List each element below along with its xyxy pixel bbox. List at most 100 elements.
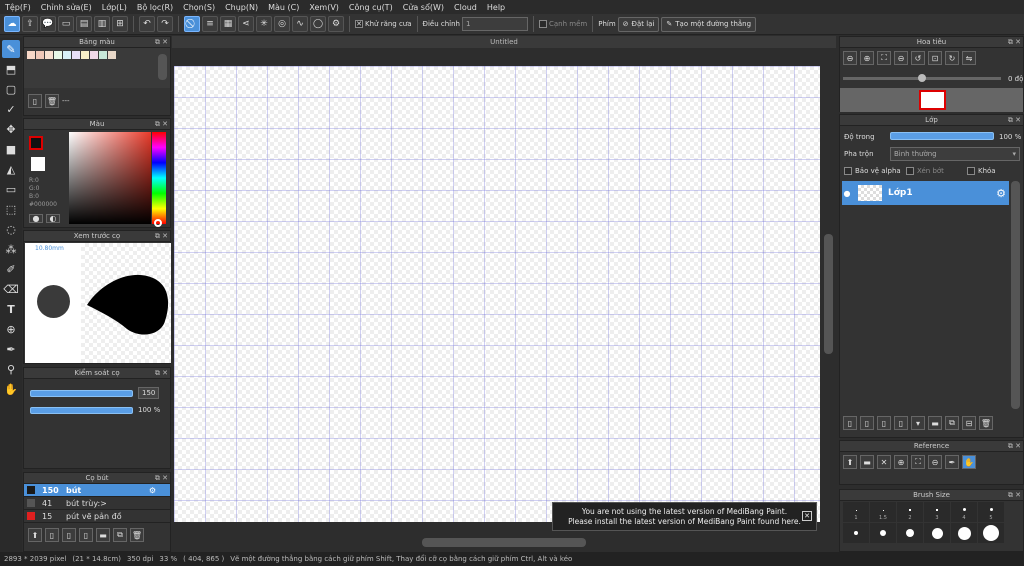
brush-size-cell[interactable] — [924, 523, 950, 543]
panel-controls[interactable]: ⧉ ✕ — [155, 37, 168, 48]
undo-icon[interactable]: ↶ — [139, 16, 155, 32]
eyedropper-tool-icon[interactable]: ✒ — [2, 340, 20, 358]
redo-icon[interactable]: ↷ — [157, 16, 173, 32]
new-8bit-layer-icon[interactable]: ▯ — [877, 416, 891, 430]
layer-row[interactable]: ● Lớp1 ⚙ — [842, 181, 1009, 205]
panel-controls[interactable]: ⧉ ✕ — [1008, 37, 1021, 48]
circle-snap-icon[interactable]: ◎ — [274, 16, 290, 32]
reference-open-icon[interactable]: ▬ — [860, 455, 874, 469]
select-eraser-tool-icon[interactable]: ⌫ — [2, 280, 20, 298]
snap-off-icon[interactable]: ⃠ — [184, 16, 200, 32]
brush-add-icon[interactable]: ▯ — [62, 528, 76, 542]
antialias-checkbox[interactable]: ✕ — [355, 20, 363, 28]
flip-icon[interactable]: ⇋ — [962, 51, 976, 65]
menu-file[interactable]: Tệp(F) — [0, 3, 36, 12]
menu-select[interactable]: Chọn(S) — [178, 3, 220, 12]
duplicate-icon[interactable]: ⧉ — [113, 528, 127, 542]
brush-size-value[interactable]: 150 — [138, 387, 160, 399]
brush-size-cell[interactable] — [897, 523, 923, 543]
swatch[interactable] — [45, 51, 53, 59]
clip-checkbox[interactable] — [906, 167, 914, 175]
swatch[interactable] — [63, 51, 71, 59]
swatch[interactable] — [108, 51, 116, 59]
canvas-horizontal-scrollbar[interactable] — [422, 538, 586, 547]
new-1bit-layer-icon[interactable]: ▯ — [894, 416, 908, 430]
perspective-snap-icon[interactable]: ⋖ — [238, 16, 254, 32]
brush-settings-icon[interactable]: ⚙ — [149, 486, 156, 495]
fill-shape-tool-icon[interactable]: ■ — [2, 140, 20, 158]
pipette-tool-icon[interactable]: ⚲ — [2, 360, 20, 378]
reference-close-icon[interactable]: ✕ — [877, 455, 891, 469]
delete-palette-icon[interactable]: 🗑 — [45, 94, 59, 108]
grid-snap-icon[interactable]: ▦ — [220, 16, 236, 32]
brush-import-icon[interactable]: ▯ — [79, 528, 93, 542]
share-icon[interactable]: ⇪ — [22, 16, 38, 32]
update-notice[interactable]: You are not using the latest version of … — [552, 502, 817, 531]
layer-name[interactable]: Lớp1 — [888, 188, 913, 198]
clip-option[interactable]: Xén bớt — [906, 167, 944, 175]
menu-filter[interactable]: Bộ lọc(R) — [132, 3, 178, 12]
zoom-minus-icon[interactable]: ⊖ — [894, 51, 908, 65]
brush-size-cell[interactable] — [951, 523, 977, 543]
panel-controls[interactable]: ⧉ ✕ — [1008, 441, 1021, 452]
drawing-canvas[interactable] — [174, 66, 820, 522]
menu-snap[interactable]: Chụp(N) — [220, 3, 263, 12]
protect-alpha-option[interactable]: Bảo vệ alpha — [844, 167, 901, 175]
hand-tool-icon[interactable]: ✋ — [2, 380, 20, 398]
divide-tool-icon[interactable]: ⊕ — [2, 320, 20, 338]
brush-size-cell[interactable] — [843, 523, 869, 543]
make-line-button[interactable]: ✎ Tạo một đường thẳng — [661, 16, 757, 32]
foreground-color[interactable] — [29, 136, 43, 150]
swatch[interactable] — [81, 51, 89, 59]
palette-scrollbar[interactable] — [158, 54, 167, 80]
new-layer-icon[interactable]: ▯ — [843, 416, 857, 430]
duplicate-layer-icon[interactable]: ⧉ — [945, 416, 959, 430]
brush-size-cell[interactable]: 1.5 — [870, 502, 896, 522]
reference-zoom-out-icon[interactable]: ⊖ — [928, 455, 942, 469]
antialias-option[interactable]: ✕ Khử răng cưa — [355, 20, 412, 28]
eyedrop-icon[interactable]: ● — [29, 214, 43, 223]
swatch[interactable] — [27, 51, 35, 59]
comment-icon[interactable]: 💬 — [40, 16, 56, 32]
magic-wand-tool-icon[interactable]: ⁂ — [2, 240, 20, 258]
move-tool-icon[interactable]: ✥ — [2, 120, 20, 138]
layer-dropdown-icon[interactable]: ▾ — [911, 416, 925, 430]
brush-item-pencil[interactable]: 41 bút trùy:> — [24, 497, 170, 510]
delete-brush-icon[interactable]: 🗑 — [130, 528, 144, 542]
menu-view[interactable]: Xem(V) — [304, 3, 344, 12]
select-tool-icon[interactable]: ⬚ — [2, 200, 20, 218]
curve-snap-icon[interactable]: ∿ — [292, 16, 308, 32]
panel-controls[interactable]: ⧉ ✕ — [1008, 490, 1021, 501]
swatch[interactable] — [99, 51, 107, 59]
zoom-in-icon[interactable]: ⊕ — [860, 51, 874, 65]
rotate-left-icon[interactable]: ↺ — [911, 51, 925, 65]
menu-window[interactable]: Cửa sổ(W) — [398, 3, 449, 12]
swatch[interactable] — [72, 51, 80, 59]
brush-size-cell[interactable] — [870, 523, 896, 543]
brush-size-cell[interactable]: 5 — [978, 502, 1004, 522]
panel-controls[interactable]: ⧉ ✕ — [155, 368, 168, 379]
canvas-vertical-scrollbar[interactable] — [824, 234, 833, 354]
reference-hand-icon[interactable]: ✋ — [962, 455, 976, 469]
eye-icon[interactable]: ● — [842, 189, 852, 198]
swatch[interactable] — [90, 51, 98, 59]
menu-help[interactable]: Help — [482, 3, 510, 12]
panel-controls[interactable]: ⧉ ✕ — [155, 119, 168, 130]
text-tool-icon[interactable]: T — [2, 300, 20, 318]
save-icon[interactable]: ▤ — [76, 16, 92, 32]
swatch[interactable] — [54, 51, 62, 59]
fit-screen-icon[interactable]: ⊡ — [928, 51, 942, 65]
cloud-icon[interactable]: ☁ — [4, 16, 20, 32]
canvas-tab[interactable]: Untitled — [172, 36, 836, 48]
select-pen-tool-icon[interactable]: ✐ — [2, 260, 20, 278]
menu-color[interactable]: Màu (C) — [263, 3, 304, 12]
rectangle-tool-icon[interactable]: ▢ — [2, 80, 20, 98]
lock-option[interactable]: Khóa — [967, 167, 996, 175]
brush-size-cell[interactable]: 3 — [924, 502, 950, 522]
layer-opacity-slider[interactable] — [890, 132, 994, 140]
delete-layer-icon[interactable]: 🗑 — [979, 416, 993, 430]
snap-settings-icon[interactable]: ⚙ — [328, 16, 344, 32]
lock-checkbox[interactable] — [967, 167, 975, 175]
layer-settings-icon[interactable]: ⚙ — [996, 187, 1006, 200]
lasso-tool-icon[interactable]: ◌ — [2, 220, 20, 238]
